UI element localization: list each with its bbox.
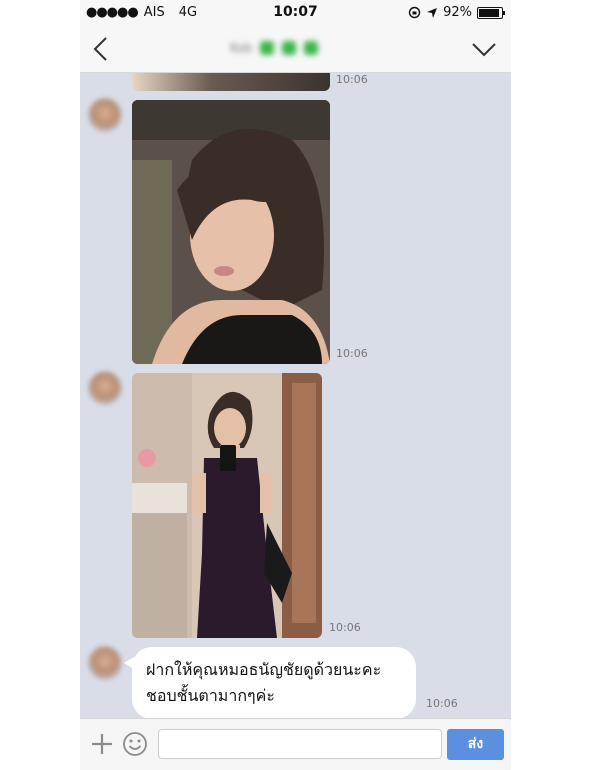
battery-percent: 92% [443, 5, 472, 20]
sender-avatar[interactable] [88, 646, 122, 680]
input-bar: ส่ง [80, 718, 511, 770]
chevron-left-icon[interactable] [90, 36, 114, 62]
chat-area[interactable]: 10:06 10:06 10:06 ฝากให้คุณหมอธนัญชัยดูด… [80, 73, 511, 718]
chat-photo[interactable] [132, 373, 322, 638]
contact-name-blurred: Kob [230, 38, 319, 58]
emoji-badge-icon [282, 41, 297, 55]
chevron-down-icon[interactable] [471, 40, 497, 58]
send-button[interactable]: ส่ง [447, 729, 504, 760]
message-text-line: ฝากให้คุณหมอธนัญชัยดูด้วยนะคะ [146, 660, 382, 679]
phone-screen: ●●●●● AIS 4G 10:07 92% Kob 10:06 10:06 1… [80, 0, 511, 770]
emoji-badge-icon [260, 41, 275, 55]
status-right: 92% [408, 5, 505, 20]
status-bar: ●●●●● AIS 4G 10:07 92% [80, 0, 511, 26]
contact-name: Kob [230, 41, 253, 55]
photo-portrait-icon [132, 100, 330, 364]
rotation-lock-icon [408, 6, 421, 19]
smiley-icon[interactable] [122, 731, 148, 757]
chat-photo[interactable] [132, 100, 330, 364]
message-text-line: ชอบชั้นตามากๆค่ะ [146, 686, 275, 705]
plus-icon[interactable] [90, 732, 114, 756]
chat-photo-partial[interactable] [132, 73, 330, 91]
emoji-badge-icon [304, 41, 319, 55]
sender-avatar[interactable] [88, 371, 122, 405]
message-time: 10:06 [329, 621, 361, 634]
message-time: 10:06 [426, 697, 458, 710]
location-arrow-icon [427, 7, 438, 18]
message-bubble[interactable]: ฝากให้คุณหมอธนัญชัยดูด้วยนะคะ ชอบชั้นตาม… [124, 647, 416, 718]
chat-header: Kob [80, 26, 511, 73]
battery-icon [477, 6, 505, 19]
message-input[interactable] [158, 729, 442, 759]
photo-mirror-selfie-icon [132, 373, 322, 638]
battery-fill [479, 8, 499, 17]
message-time: 10:06 [336, 347, 368, 360]
sender-avatar[interactable] [88, 98, 122, 132]
message-time: 10:06 [336, 73, 368, 86]
